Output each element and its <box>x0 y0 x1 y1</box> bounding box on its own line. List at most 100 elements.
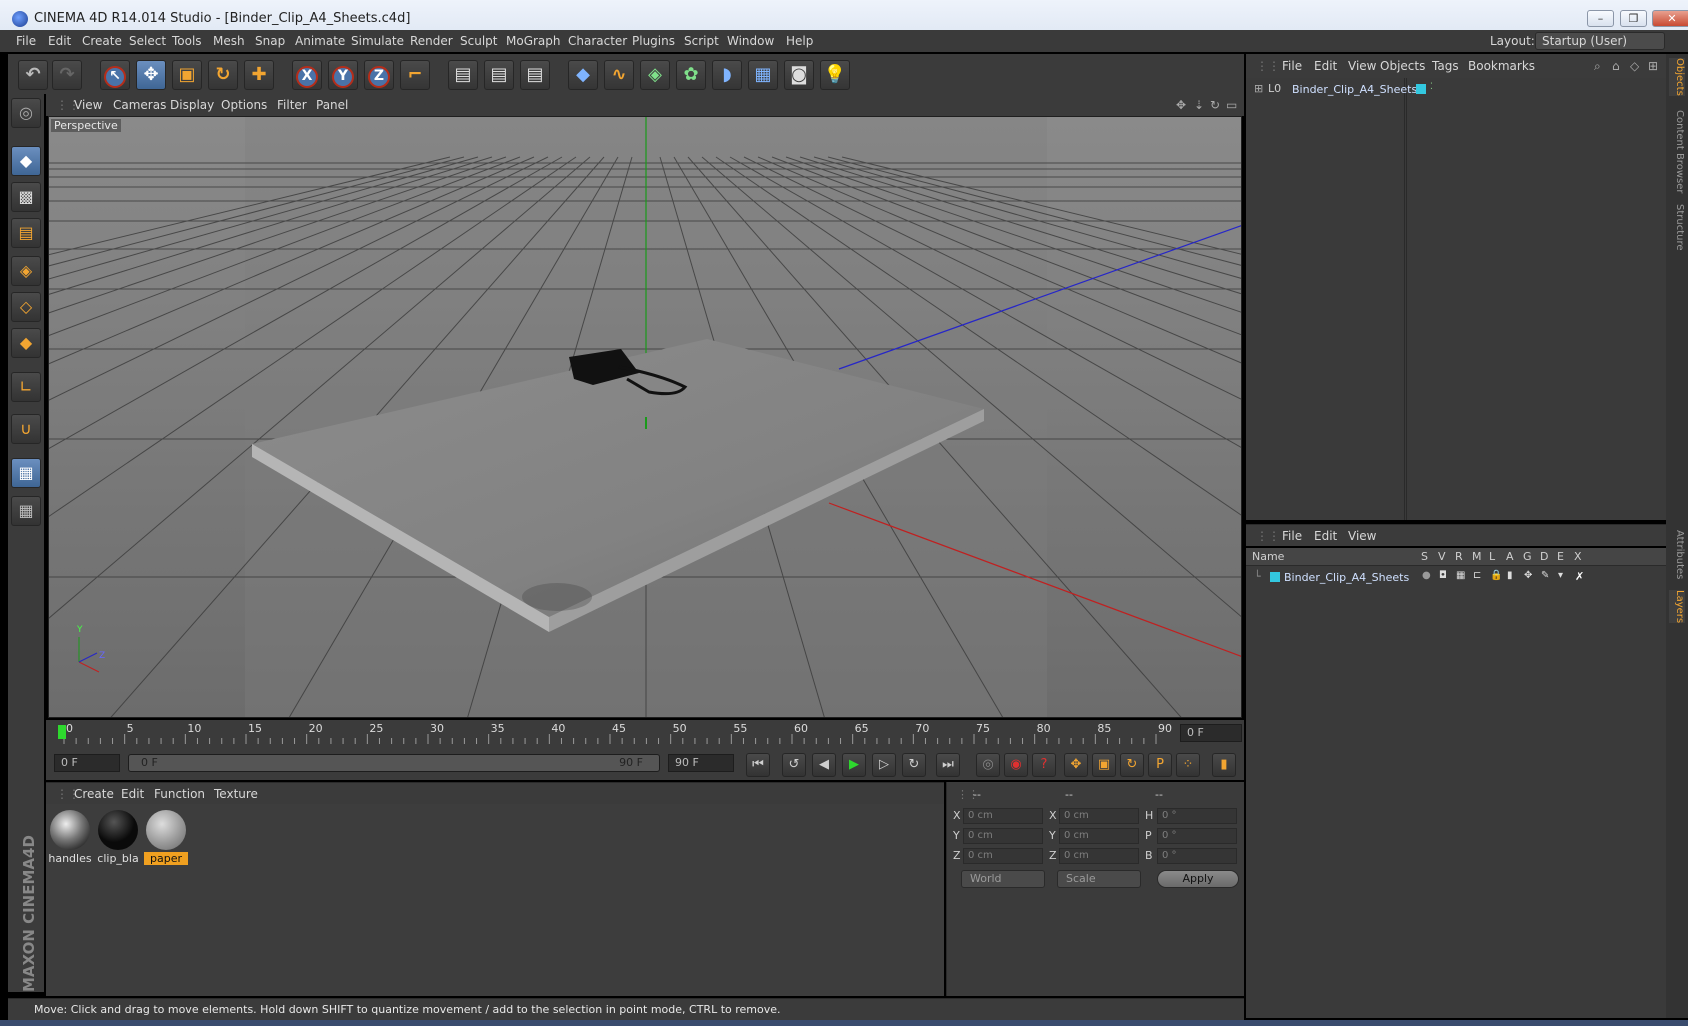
col-name[interactable]: Name <box>1252 550 1284 563</box>
rotate-tool-icon[interactable]: ↻ <box>208 60 238 90</box>
playhead-marker[interactable] <box>58 725 66 739</box>
col-v[interactable]: V <box>1438 550 1446 563</box>
expand-icon[interactable]: ⊞ <box>1254 82 1263 95</box>
menu-render[interactable]: Render <box>410 34 453 48</box>
layer-color-tag[interactable] <box>1416 84 1426 94</box>
visibility-dots-icon[interactable]: ⁚ <box>1430 82 1433 92</box>
object-filter-icon[interactable]: ◇ <box>1630 59 1639 73</box>
xrefs-icon[interactable]: ✗ <box>1575 570 1584 583</box>
polygons-mode-icon[interactable]: ◆ <box>11 328 41 358</box>
close-button[interactable]: ✕ <box>1652 10 1688 27</box>
viewport-menu-cameras[interactable]: Cameras <box>113 98 166 112</box>
recent-tool-icon[interactable]: ✚ <box>244 60 274 90</box>
coordinate-system-icon[interactable]: ⌐ <box>400 60 430 90</box>
move-tool-icon[interactable]: ✥ <box>136 60 166 90</box>
object-home-icon[interactable]: ⌂ <box>1612 59 1620 73</box>
object-search-icon[interactable]: ⌕ <box>1594 59 1601 74</box>
undo-icon[interactable]: ↶ <box>18 60 48 90</box>
menu-file[interactable]: File <box>16 34 36 48</box>
visible-editor-icon[interactable]: ◘ <box>1439 570 1447 581</box>
object-menu-view[interactable]: View <box>1348 59 1376 73</box>
workplane-mode-icon[interactable]: ▤ <box>11 218 41 248</box>
previous-frame-icon[interactable]: ◀ <box>812 753 836 777</box>
layer-row[interactable]: └ Binder_Clip_A4_Sheets ● ◘ ▦ ⊏ 🔒 ▮ ✥ ✎ … <box>1254 570 1654 586</box>
position-y-field[interactable]: 0 cm <box>963 828 1043 844</box>
object-menu-objects[interactable]: Objects <box>1380 59 1425 73</box>
subdivision-surface-icon[interactable]: ◈ <box>640 60 670 90</box>
col-l[interactable]: L <box>1489 550 1495 563</box>
material-menu-create[interactable]: Create <box>74 787 114 801</box>
start-frame-field[interactable]: 0 F <box>54 754 120 772</box>
goto-start-icon[interactable]: ⏮ <box>746 753 770 777</box>
scale-tool-icon[interactable]: ▣ <box>172 60 202 90</box>
menu-tools[interactable]: Tools <box>172 34 202 48</box>
col-m[interactable]: M <box>1472 550 1482 563</box>
layout-dropdown[interactable]: Startup (User) <box>1535 32 1665 50</box>
deformer-icon[interactable]: ◗ <box>712 60 742 90</box>
floor-icon[interactable]: ▦ <box>748 60 778 90</box>
position-x-field[interactable]: 0 cm <box>963 808 1043 824</box>
current-frame-field[interactable]: 0 F <box>1180 724 1242 742</box>
autokey-icon[interactable]: ◉ <box>1004 753 1028 777</box>
menu-select[interactable]: Select <box>129 34 166 48</box>
light-icon[interactable]: 💡 <box>820 60 850 90</box>
previous-key-icon[interactable]: ↺ <box>782 753 806 777</box>
locked-workplane-icon[interactable]: ▦ <box>11 496 41 526</box>
z-axis-lock-icon[interactable]: Z <box>364 60 394 90</box>
edges-mode-icon[interactable]: ◇ <box>11 292 41 322</box>
manager-icon[interactable]: ⊏ <box>1473 570 1481 581</box>
menu-mograph[interactable]: MoGraph <box>506 34 561 48</box>
record-keys-icon[interactable]: ◎ <box>976 753 1000 777</box>
render-icon[interactable]: ▦ <box>1456 570 1465 581</box>
viewport-maximize-icon[interactable]: ▭ <box>1226 98 1237 112</box>
layer-menu-view[interactable]: View <box>1348 529 1376 543</box>
perspective-viewport[interactable]: Perspective Y Z <box>48 116 1242 718</box>
material-handles[interactable]: handles <box>48 808 92 868</box>
play-icon[interactable]: ▶ <box>842 753 866 777</box>
animation-icon[interactable]: ▮ <box>1507 570 1513 581</box>
next-key-icon[interactable]: ↻ <box>902 753 926 777</box>
layer-menu-file[interactable]: File <box>1282 529 1302 543</box>
material-menu-edit[interactable]: Edit <box>121 787 144 801</box>
generators-icon[interactable]: ✥ <box>1524 570 1532 581</box>
menu-sculpt[interactable]: Sculpt <box>460 34 497 48</box>
menu-animate[interactable]: Animate <box>295 34 345 48</box>
apply-button[interactable]: Apply <box>1157 870 1239 888</box>
menu-create[interactable]: Create <box>82 34 122 48</box>
menu-script[interactable]: Script <box>684 34 719 48</box>
live-selection-icon[interactable]: ↖ <box>100 60 130 90</box>
object-new-window-icon[interactable]: ⊞ <box>1648 59 1658 73</box>
viewport-menu-panel[interactable]: Panel <box>316 98 348 112</box>
tab-attributes[interactable]: Attributes <box>1669 530 1685 579</box>
coordinate-space-dropdown[interactable]: World <box>961 870 1045 888</box>
spline-pen-icon[interactable]: ∿ <box>604 60 634 90</box>
viewport-rotate-icon[interactable]: ↻ <box>1210 98 1220 112</box>
rotation-b-field[interactable]: 0 ° <box>1157 848 1237 864</box>
size-mode-dropdown[interactable]: Scale <box>1057 870 1141 888</box>
object-menu-file[interactable]: File <box>1282 59 1302 73</box>
viewport-menu-display[interactable]: Display <box>170 98 214 112</box>
expressions-icon[interactable]: ▾ <box>1558 570 1563 581</box>
viewport-menu-filter[interactable]: Filter <box>277 98 307 112</box>
menu-edit[interactable]: Edit <box>48 34 71 48</box>
col-x[interactable]: X <box>1574 550 1582 563</box>
viewport-zoom-icon[interactable]: ⇣ <box>1194 98 1204 112</box>
solo-icon[interactable]: ● <box>1422 570 1431 581</box>
key-parameter-icon[interactable]: P <box>1148 753 1172 777</box>
timeline-ruler[interactable]: 0 5 10 15 20 25 30 35 40 45 50 55 60 65 70 75 80 85 90 0 F <box>46 720 1244 748</box>
points-mode-icon[interactable]: ◈ <box>11 256 41 286</box>
keyframe-selection-icon[interactable]: ? <box>1032 753 1056 777</box>
viewport-move-icon[interactable]: ✥ <box>1176 98 1186 112</box>
viewport-menu-options[interactable]: Options <box>221 98 267 112</box>
object-menu-edit[interactable]: Edit <box>1314 59 1337 73</box>
goto-end-icon[interactable]: ⏭ <box>936 753 960 777</box>
key-rotation-icon[interactable]: ↻ <box>1120 753 1144 777</box>
axis-mode-icon[interactable]: ∟ <box>11 372 41 402</box>
col-r[interactable]: R <box>1455 550 1463 563</box>
rotation-h-field[interactable]: 0 ° <box>1157 808 1237 824</box>
menu-simulate[interactable]: Simulate <box>351 34 404 48</box>
tab-layers[interactable]: Layers <box>1669 590 1685 624</box>
key-scale-icon[interactable]: ▣ <box>1092 753 1116 777</box>
col-e[interactable]: E <box>1557 550 1564 563</box>
material-clip-black[interactable]: clip_bla <box>96 808 140 868</box>
